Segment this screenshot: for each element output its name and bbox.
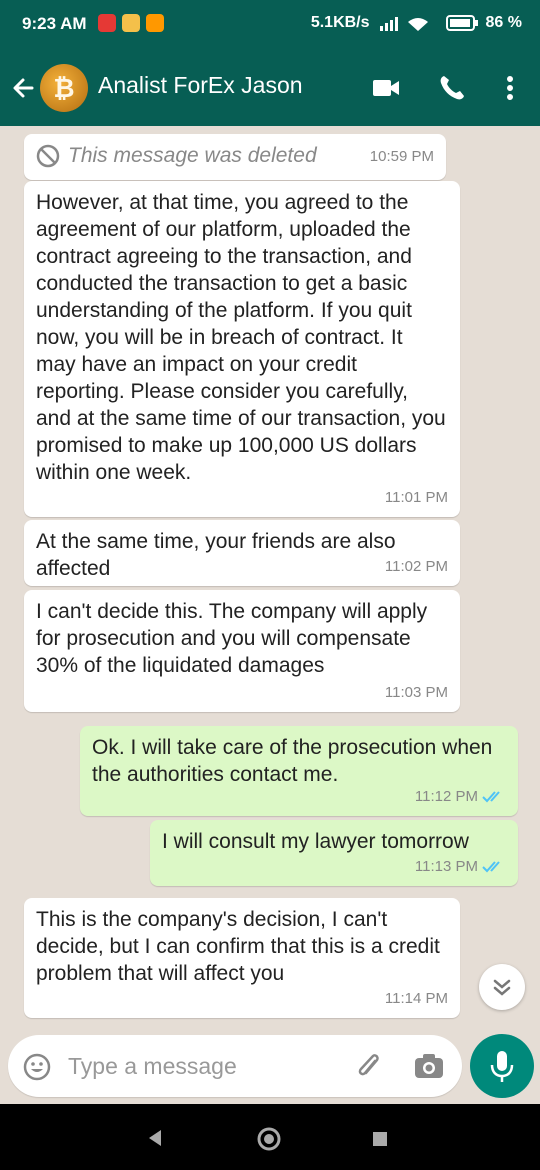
read-receipt-icon	[482, 790, 500, 802]
incoming-message[interactable]: This is the company's decision, I can't …	[24, 898, 460, 1018]
voice-call-icon[interactable]	[436, 72, 468, 104]
double-chevron-down-icon	[493, 979, 511, 996]
notification-icon	[146, 14, 164, 32]
voice-message-button[interactable]	[470, 1034, 534, 1098]
message-text: This message was deleted	[68, 144, 317, 167]
read-receipt-icon	[482, 860, 500, 872]
status-bar: 9:23 AM 5.1KB/s 86 %	[0, 0, 540, 50]
message-text: I can't decide this. The company will ap…	[36, 600, 428, 677]
notification-icon	[98, 14, 116, 32]
outgoing-message[interactable]: I will consult my lawyer tomorrow 11:13 …	[150, 820, 518, 886]
message-text: Ok. I will take care of the prosecution …	[92, 736, 493, 786]
contact-name[interactable]: Analist ForEx Jason	[98, 72, 303, 99]
more-options-icon[interactable]	[494, 72, 526, 104]
message-text: I will consult my lawyer tomorrow	[162, 830, 469, 853]
blocked-icon	[36, 144, 60, 167]
message-time: 11:01 PM	[384, 489, 448, 506]
contact-avatar[interactable]: ₿	[40, 64, 88, 112]
message-time: 11:13 PM	[414, 858, 478, 875]
message-composer: Type a message	[8, 1035, 462, 1097]
chat-header: ₿ Analist ForEx Jason	[0, 50, 540, 126]
notification-icon	[122, 14, 140, 32]
message-time: 11:02 PM	[384, 558, 448, 575]
outgoing-message[interactable]: Ok. I will take care of the prosecution …	[80, 726, 518, 816]
message-list[interactable]: This message was deleted 10:59 PM Howeve…	[0, 126, 540, 1024]
status-time: 9:23 AM	[22, 14, 87, 33]
incoming-message[interactable]: I can't decide this. The company will ap…	[24, 590, 460, 712]
message-time: 11:12 PM	[414, 788, 478, 805]
nav-back-icon[interactable]	[145, 1128, 165, 1148]
system-nav-bar	[0, 1104, 540, 1170]
deleted-message[interactable]: This message was deleted 10:59 PM	[24, 134, 446, 180]
network-speed: 5.1KB/s	[310, 14, 370, 31]
scroll-to-bottom-button[interactable]	[479, 964, 525, 1010]
message-input[interactable]: Type a message	[68, 1053, 237, 1080]
message-time: 11:03 PM	[384, 684, 448, 701]
message-text: This is the company's decision, I can't …	[36, 908, 440, 985]
message-time: 11:14 PM	[384, 990, 448, 1007]
incoming-message[interactable]: At the same time, your friends are also …	[24, 520, 460, 586]
message-time: 10:59 PM	[369, 148, 434, 165]
battery-level: 86 %	[485, 14, 522, 31]
microphone-icon	[490, 1051, 514, 1082]
incoming-message[interactable]: However, at that time, you agreed to the…	[24, 181, 460, 517]
camera-icon[interactable]	[413, 1051, 445, 1081]
battery-icon	[445, 15, 478, 31]
back-arrow-icon[interactable]	[8, 72, 40, 104]
nav-recents-icon[interactable]	[372, 1131, 388, 1147]
signal-icons	[379, 17, 428, 31]
emoji-icon[interactable]	[22, 1052, 52, 1082]
attachment-icon[interactable]	[353, 1051, 385, 1083]
video-call-icon[interactable]	[370, 72, 402, 104]
nav-home-icon[interactable]	[256, 1126, 282, 1152]
message-text: However, at that time, you agreed to the…	[36, 191, 446, 484]
